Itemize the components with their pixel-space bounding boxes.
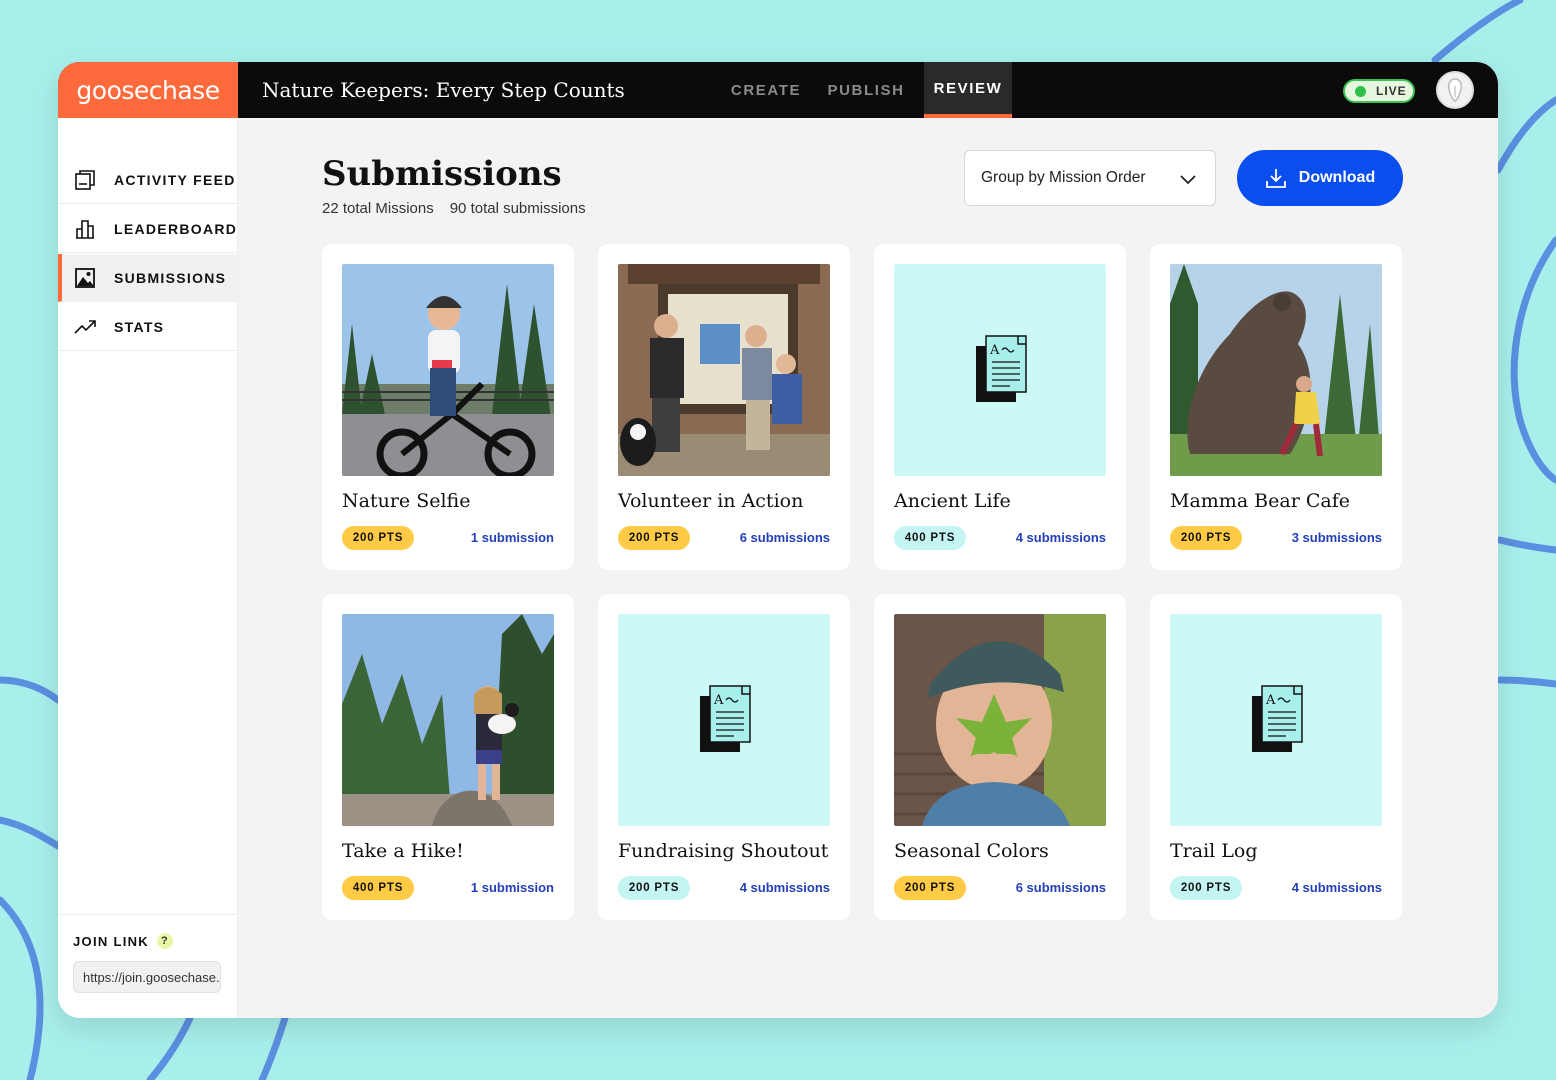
mission-title: Volunteer in Action — [618, 490, 804, 512]
avatar[interactable] — [1436, 71, 1474, 109]
game-title: Nature Keepers: Every Step Counts — [262, 78, 625, 102]
seasonal-colors-photo — [894, 614, 1106, 826]
download-icon — [1265, 169, 1286, 188]
tab-review[interactable]: REVIEW — [924, 62, 1012, 118]
svg-text:A: A — [1265, 693, 1276, 708]
points-badge: 400 PTS — [894, 526, 966, 550]
sidebar: ACTIVITY FEED LEADERBOARD SUBMISSIONS ST… — [58, 118, 238, 1018]
take-a-hike-photo — [342, 614, 554, 826]
sidebar-item-submissions[interactable]: SUBMISSIONS — [58, 254, 238, 302]
group-by-value: Group by Mission Order — [981, 169, 1146, 186]
trend-icon — [74, 320, 96, 334]
submission-photo[interactable] — [894, 614, 1106, 826]
sidebar-item-leaderboard[interactable]: LEADERBOARD — [58, 205, 238, 253]
submissions-link[interactable]: 4 submissions — [1016, 530, 1106, 545]
points-badge: 200 PTS — [1170, 526, 1242, 550]
join-link-label: JOIN LINK — [73, 933, 149, 949]
page-stats: 22 total Missions 90 total submissions — [322, 200, 586, 217]
live-status-label: LIVE — [1376, 84, 1407, 98]
document-icon: A — [700, 685, 751, 752]
chevron-down-icon — [1180, 175, 1196, 185]
mission-card[interactable]: Seasonal Colors 200 PTS 6 submissions — [874, 594, 1126, 920]
live-indicator-icon — [1355, 85, 1366, 97]
mission-title: Trail Log — [1170, 840, 1258, 862]
sidebar-item-label: ACTIVITY FEED — [114, 171, 236, 188]
points-badge: 200 PTS — [894, 876, 966, 900]
mission-card[interactable]: Volunteer in Action 200 PTS 6 submission… — [598, 244, 850, 570]
document-icon: A — [1252, 685, 1303, 752]
goosechase-logo[interactable]: goosechase — [58, 62, 238, 118]
submissions-link[interactable]: 4 submissions — [740, 880, 830, 895]
mission-title: Nature Selfie — [342, 490, 471, 512]
group-by-dropdown[interactable]: Group by Mission Order — [964, 150, 1216, 206]
join-link-heading: JOIN LINK ? — [73, 933, 173, 949]
mission-card[interactable]: A Fundraising Shoutout 200 PTS 4 submiss… — [598, 594, 850, 920]
points-badge: 200 PTS — [618, 526, 690, 550]
mission-card[interactable]: Mamma Bear Cafe 200 PTS 3 submissions — [1150, 244, 1402, 570]
submission-photo[interactable] — [342, 614, 554, 826]
submissions-link[interactable]: 3 submissions — [1292, 530, 1382, 545]
mission-card[interactable]: A Trail Log 200 PTS 4 submissions — [1150, 594, 1402, 920]
mission-title: Seasonal Colors — [894, 840, 1049, 862]
document-icon: A — [976, 335, 1027, 402]
nature-selfie-photo — [342, 264, 554, 476]
submissions-link[interactable]: 1 submission — [471, 880, 554, 895]
submissions-link[interactable]: 6 submissions — [1016, 880, 1106, 895]
sidebar-item-activity-feed[interactable]: ACTIVITY FEED — [58, 156, 238, 204]
image-icon — [75, 268, 95, 288]
text-submission-placeholder[interactable]: A — [1170, 614, 1382, 826]
points-badge: 200 PTS — [618, 876, 690, 900]
join-link-field[interactable]: https://join.goosechase.app — [73, 961, 221, 993]
app-window: goosechase Nature Keepers: Every Step Co… — [58, 62, 1498, 1018]
feed-icon — [75, 170, 95, 190]
text-submission-placeholder[interactable]: A — [894, 264, 1106, 476]
mission-card[interactable]: A Ancient Life 400 PTS 4 submissions — [874, 244, 1126, 570]
svg-text:A: A — [713, 693, 724, 708]
points-badge: 200 PTS — [342, 526, 414, 550]
sidebar-item-label: LEADERBOARD — [114, 220, 238, 237]
bar-chart-icon — [76, 220, 94, 239]
page-title: Submissions — [322, 154, 562, 194]
svg-text:A: A — [989, 343, 1000, 358]
sidebar-item-stats[interactable]: STATS — [58, 303, 238, 351]
join-link-section: JOIN LINK ? https://join.goosechase.app — [58, 914, 238, 1018]
points-badge: 400 PTS — [342, 876, 414, 900]
submissions-link[interactable]: 6 submissions — [740, 530, 830, 545]
goose-avatar-icon — [1448, 78, 1462, 102]
live-status-badge[interactable]: LIVE — [1343, 79, 1415, 103]
volunteer-photo — [618, 264, 830, 476]
submission-photo[interactable] — [342, 264, 554, 476]
mamma-bear-photo — [1170, 264, 1382, 476]
tab-publish[interactable]: PUBLISH — [818, 62, 914, 118]
points-badge: 200 PTS — [1170, 876, 1242, 900]
mission-title: Take a Hike! — [342, 840, 464, 862]
top-bar: goosechase Nature Keepers: Every Step Co… — [58, 62, 1498, 118]
total-submissions: 90 total submissions — [449, 200, 586, 217]
submission-photo[interactable] — [1170, 264, 1382, 476]
mission-title: Ancient Life — [894, 490, 1011, 512]
mission-card[interactable]: Take a Hike! 400 PTS 1 submission — [322, 594, 574, 920]
download-label: Download — [1298, 169, 1376, 186]
mission-title: Fundraising Shoutout — [618, 840, 829, 862]
submission-photo[interactable] — [618, 264, 830, 476]
total-missions: 22 total Missions — [322, 200, 434, 217]
sidebar-item-label: STATS — [114, 318, 165, 335]
download-button[interactable]: Download — [1237, 150, 1403, 206]
submissions-link[interactable]: 1 submission — [471, 530, 554, 545]
mission-title: Mamma Bear Cafe — [1170, 490, 1350, 512]
mission-card[interactable]: Nature Selfie 200 PTS 1 submission — [322, 244, 574, 570]
help-icon[interactable]: ? — [156, 933, 173, 949]
text-submission-placeholder[interactable]: A — [618, 614, 830, 826]
tab-create[interactable]: CREATE — [722, 62, 810, 118]
sidebar-item-label: SUBMISSIONS — [114, 269, 227, 286]
submissions-link[interactable]: 4 submissions — [1292, 880, 1382, 895]
